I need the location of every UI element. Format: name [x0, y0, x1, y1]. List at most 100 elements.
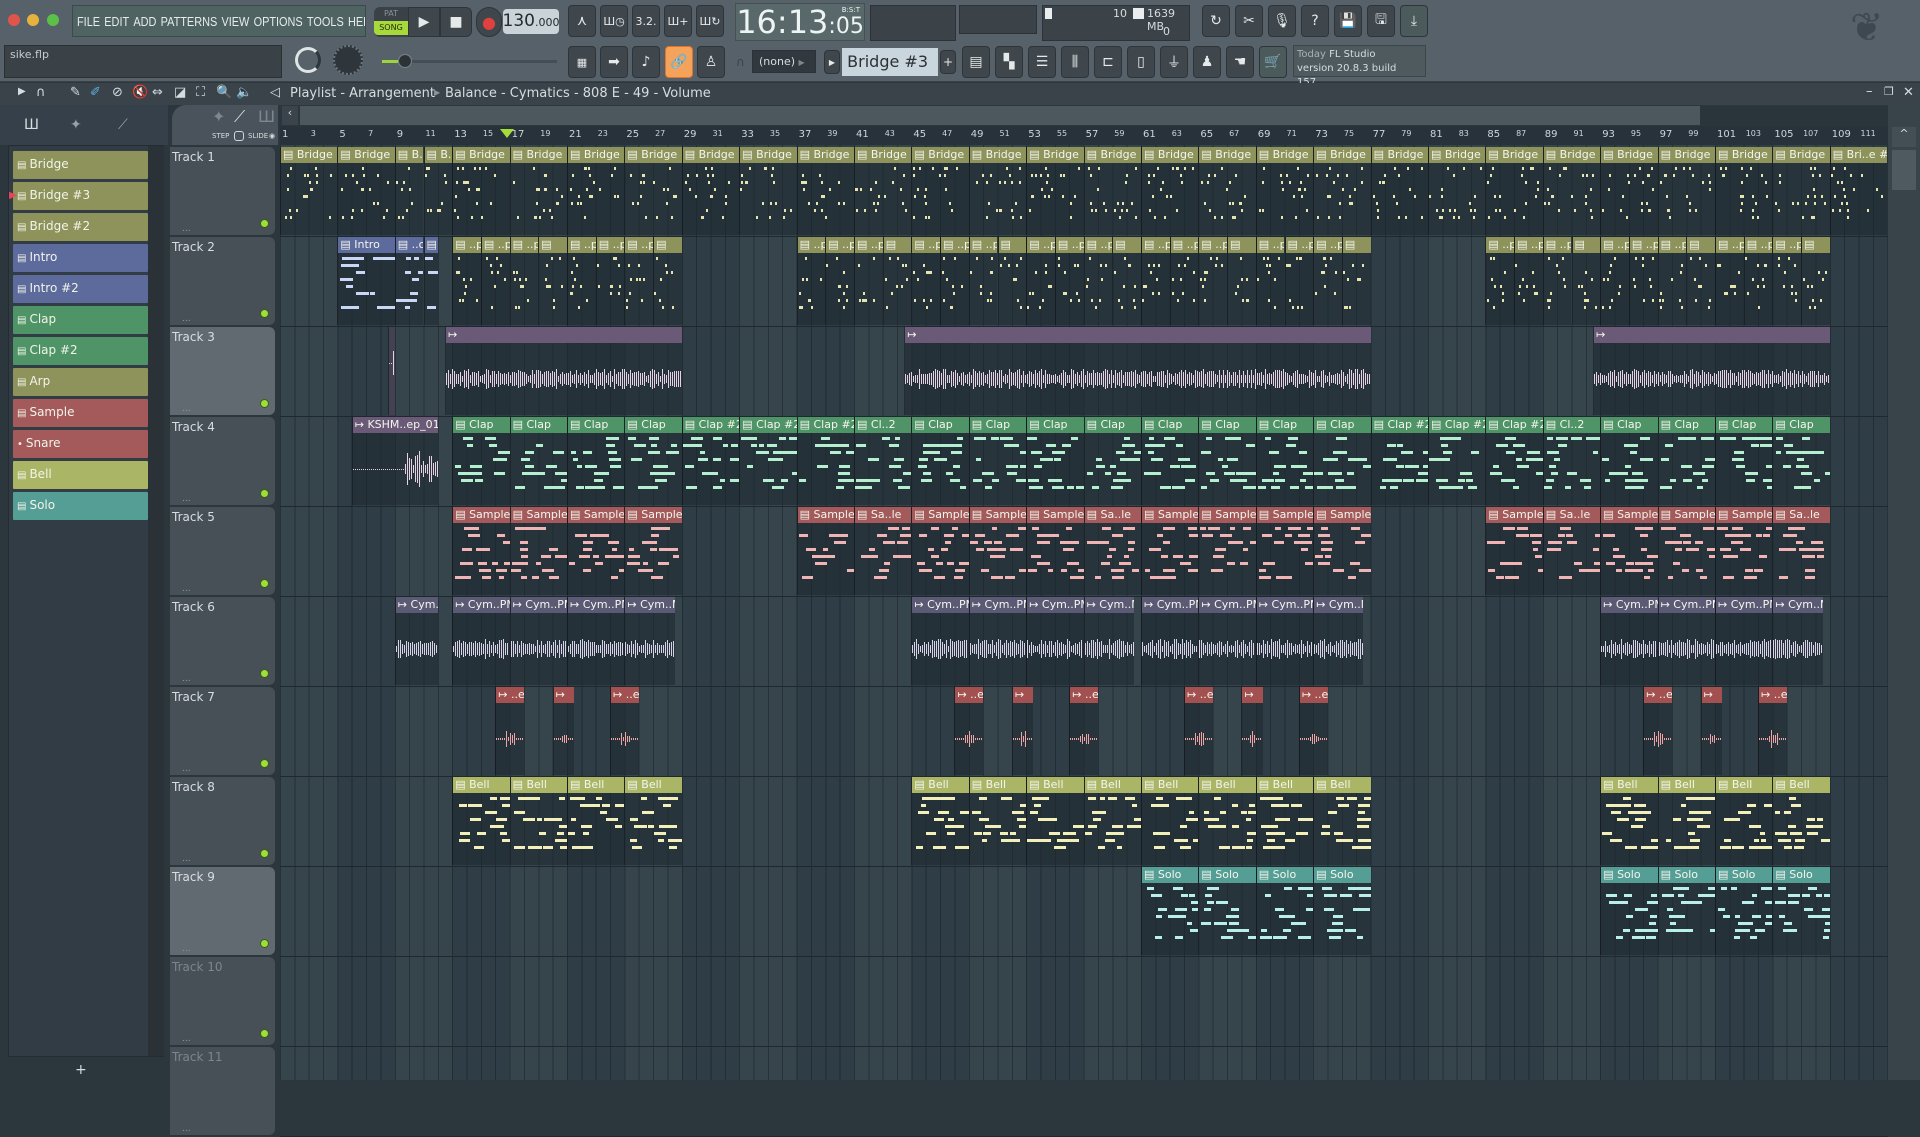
pattern-clip[interactable]: ▤ ..p	[1313, 237, 1342, 325]
pattern-clip[interactable]: ▤ Bridge	[739, 147, 797, 235]
pattern-clip[interactable]: ▤ Bell	[1083, 777, 1141, 865]
pattern-clip[interactable]: ▤ Intro	[337, 237, 395, 325]
pattern-item[interactable]: • Snare	[13, 430, 148, 458]
pattern-clip[interactable]: ▤ Bell	[968, 777, 1027, 865]
pattern-clip[interactable]: ▤ Solo	[1198, 867, 1256, 955]
audio-clip[interactable]: ↦ Cym..PM	[1715, 597, 1773, 685]
track-enable-toggle[interactable]	[260, 939, 269, 948]
pattern-item[interactable]: ▤ Arp	[13, 368, 148, 396]
pattern-clip[interactable]: ▤ Sample	[968, 507, 1027, 595]
audio-clip[interactable]: ↦	[904, 327, 1371, 415]
pattern-clip[interactable]: ▤ Bri..e #3	[1829, 147, 1888, 235]
pattern-clip[interactable]: ▤ Clap	[1772, 417, 1830, 505]
audio-clip[interactable]: ↦ Cym..PM	[1657, 597, 1715, 685]
audio-clip[interactable]: ↦	[1241, 687, 1263, 775]
pattern-clip[interactable]: ▤	[538, 237, 567, 325]
pattern-clip[interactable]: ▤ ..p	[1657, 237, 1687, 325]
delete-tool-icon[interactable]: ⊘	[112, 85, 123, 100]
track-header[interactable]: Track 9...	[170, 867, 275, 955]
pattern-clip[interactable]: ▤ ..p	[968, 237, 998, 325]
track-options-icon[interactable]: ...	[182, 494, 191, 504]
stop-button[interactable]: ■	[440, 7, 472, 37]
pattern-clip[interactable]: ▤	[1341, 237, 1371, 325]
audio-clip[interactable]: ↦ Cym..PM	[1141, 597, 1199, 685]
pattern-clip[interactable]: ▤ Sample	[624, 507, 682, 595]
pattern-clip[interactable]: ▤ Clap #2	[796, 417, 854, 505]
pattern-item[interactable]: ▤ Intro #2	[13, 275, 148, 303]
pattern-clip[interactable]: ▤ ..p	[1054, 237, 1084, 325]
draw-tool-icon[interactable]: ✎	[70, 85, 81, 100]
pattern-clip[interactable]: ▤ Bridge	[1141, 147, 1199, 235]
metronome-button[interactable]: ⋏	[568, 5, 596, 37]
news-panel[interactable]: Today FL Studio version 20.8.3 build 157…	[1293, 45, 1426, 88]
track-enable-toggle[interactable]	[260, 399, 269, 408]
track-options-icon[interactable]: ...	[182, 314, 191, 324]
loop-record-button[interactable]: Ш↻	[696, 5, 724, 37]
pattern-clip[interactable]: ▤ ..p	[1772, 237, 1802, 325]
pattern-clip[interactable]: ▤ ..p	[1743, 237, 1773, 325]
audio-clip[interactable]: ↦ ..e	[1069, 687, 1098, 775]
project-name-field[interactable]: sike.flp	[4, 45, 282, 78]
pattern-clip[interactable]: ▤ Sample	[1657, 507, 1715, 595]
track-enable-toggle[interactable]	[260, 309, 269, 318]
pattern-clip[interactable]: ▤ Bridge	[1600, 147, 1658, 235]
pattern-clip[interactable]: ▤ ..p	[480, 237, 510, 325]
pattern-clip[interactable]: ▤ ..p	[796, 237, 826, 325]
pattern-clip[interactable]: ▤ Clap	[1255, 417, 1314, 505]
audio-clip[interactable]: ↦ ..e	[954, 687, 984, 775]
step-toggle[interactable]	[234, 131, 244, 141]
pattern-clip[interactable]: ▤ Clap #2	[1428, 417, 1486, 505]
pattern-clip[interactable]: ▤ Sample	[1141, 507, 1199, 595]
paint-tool-icon[interactable]: ✐	[90, 85, 101, 100]
pattern-clip[interactable]: ▤ B..	[423, 147, 453, 235]
pattern-clip[interactable]: ▤ Sample	[1313, 507, 1371, 595]
pattern-icon[interactable]: Ш	[258, 107, 275, 126]
pattern-clip[interactable]: ▤ ..p	[1514, 237, 1543, 325]
master-pitch-knob[interactable]	[333, 45, 363, 75]
pattern-clip[interactable]: ▤ ..p	[1600, 237, 1629, 325]
pattern-clip[interactable]: ▤ Bridge	[1542, 147, 1601, 235]
slide-toggle[interactable]: ◉	[269, 132, 275, 140]
track-enable-toggle[interactable]	[260, 1029, 269, 1038]
pattern-clip[interactable]: ▤ Clap #2	[739, 417, 797, 505]
track-header[interactable]: Track 7...	[170, 687, 275, 775]
pattern-item[interactable]: ▤ Clap	[13, 306, 148, 334]
track-options-icon[interactable]: ...	[182, 854, 191, 864]
browser-arrow-button[interactable]: ➡	[600, 46, 628, 78]
pattern-clip[interactable]: ▤	[1227, 237, 1256, 325]
pattern-clip[interactable]: ▤ Bell	[1313, 777, 1371, 865]
track-header[interactable]: Track 1...	[170, 147, 275, 235]
pattern-clip[interactable]: ▤	[882, 237, 912, 325]
minimize-window-button[interactable]	[27, 14, 39, 26]
track-options-icon[interactable]: ...	[182, 674, 191, 684]
pattern-clip[interactable]: ▤ ..p	[1542, 237, 1572, 325]
pattern-clip[interactable]: ▤ Clap	[452, 417, 510, 505]
export-wave-button[interactable]: 🖫	[1367, 5, 1395, 37]
track-header[interactable]: Track 3...	[170, 327, 275, 415]
playback-tool-icon[interactable]: 🔈	[236, 85, 252, 100]
audio-clip[interactable]: ↦ Cym..PM	[968, 597, 1027, 685]
track-enable-toggle[interactable]	[260, 219, 269, 228]
pattern-clip[interactable]: ▤	[1571, 237, 1601, 325]
pattern-clip[interactable]: ▤ Clap	[1715, 417, 1773, 505]
pattern-clip[interactable]: ▤	[1801, 237, 1830, 325]
menu-patterns[interactable]: PATTERNS	[161, 14, 218, 29]
pattern-clip[interactable]: ▤ ..o	[394, 237, 424, 325]
scroll-left-button[interactable]: ‹	[282, 106, 298, 125]
scroll-thumb[interactable]	[1892, 150, 1916, 190]
track-enable-toggle[interactable]	[260, 669, 269, 678]
pattern-clip[interactable]: ▤ Bell	[1198, 777, 1256, 865]
close-icon[interactable]: ✕	[1903, 85, 1914, 100]
pattern-clip[interactable]: ▤ Clap	[1141, 417, 1199, 505]
pattern-clip[interactable]: ▤ ..p	[567, 237, 596, 325]
timeline-ruler[interactable]: 1 3 5 7 9 11 13 15 17 19 21 23 25 27 29 31 33 35 37 39 41 43 4…	[280, 126, 1908, 145]
pattern-clip[interactable]: ▤ Bridge	[1428, 147, 1486, 235]
pattern-clip[interactable]: ▤ Bridge	[1198, 147, 1256, 235]
pattern-clip[interactable]: ▤ Clap #2	[681, 417, 740, 505]
pattern-clip[interactable]: ▤ Bridge	[567, 147, 625, 235]
pattern-clip[interactable]: ▤ Clap	[1657, 417, 1715, 505]
audio-clip[interactable]: ↦ Cym..M	[1313, 597, 1364, 685]
menu-help[interactable]: HELP	[348, 14, 365, 29]
pattern-clip[interactable]: ▤ ..p	[452, 237, 481, 325]
pattern-clip[interactable]: ▤ Bridge	[1657, 147, 1715, 235]
